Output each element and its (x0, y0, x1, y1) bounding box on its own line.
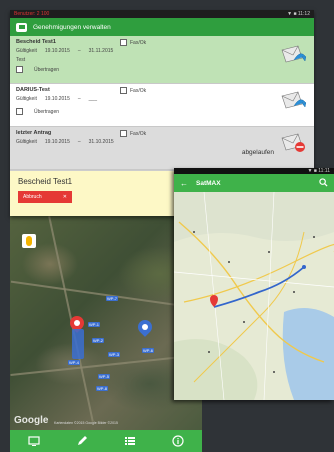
close-icon: ✕ (62, 194, 67, 200)
map-road (10, 353, 202, 377)
valid-to: 31.11.2015 (88, 48, 114, 54)
transfer-checkbox[interactable] (16, 66, 23, 73)
envelope-blocked-icon (281, 133, 305, 152)
fax-ok-label: Fax/Ok (130, 87, 147, 94)
transfer-checkbox[interactable] (16, 108, 23, 115)
road-map[interactable] (174, 192, 334, 400)
transfer-label: Übertragen (34, 108, 60, 115)
fax-ok-option: Fax/Ok (120, 87, 146, 94)
nav-info-button[interactable] (170, 434, 186, 448)
page-title: SatMAX (196, 179, 221, 187)
validity-label: Gültigkeit (16, 48, 37, 54)
status-bar-left: Benutzer: 2 100 (14, 11, 50, 17)
info-icon (172, 435, 184, 447)
list-icon (125, 437, 135, 445)
cancel-button[interactable]: Abbruch ✕ (18, 191, 72, 203)
status-bar: Benutzer: 2 100 ▼ ■ 11:12 (10, 10, 314, 18)
street-view-pegman-icon[interactable] (22, 234, 36, 248)
status-bar-right: ▼ ■ 11:12 (287, 11, 310, 17)
validity-label: Gültigkeit (16, 139, 37, 145)
search-icon[interactable] (319, 177, 328, 189)
valid-to: ___ (88, 96, 97, 102)
google-logo: Google (14, 415, 49, 426)
nav-map-button[interactable] (26, 434, 42, 448)
route-end-marker (302, 265, 306, 269)
nav-list-button[interactable] (122, 434, 138, 448)
permit-note: Test (16, 57, 26, 63)
permit-validity: Gültigkeit 19.10.2015 – ___ (16, 96, 97, 102)
waypoint-label: WP-2 (92, 338, 104, 343)
nav-edit-button[interactable] (74, 434, 90, 448)
fax-ok-label: Fax/Ok (130, 39, 147, 46)
satmax-map-screen: ▼ ■ 11:11 ← SatMAX (174, 168, 334, 400)
app-logo-icon (16, 22, 27, 32)
waypoint-label: WP-1 (88, 322, 100, 327)
valid-from: 19.10.2015 (44, 96, 70, 102)
fax-ok-checkbox[interactable] (120, 130, 127, 137)
pencil-icon (78, 436, 87, 445)
fax-ok-checkbox[interactable] (120, 87, 127, 94)
permit-title: Bescheid Test1 (16, 39, 56, 45)
arrow-left-icon[interactable]: ← (180, 179, 188, 188)
fax-ok-checkbox[interactable] (120, 39, 127, 46)
permit-card[interactable]: letzter Antrag Gültigkeit 19.10.2015 – 3… (10, 127, 314, 170)
waypoint-label: WP-8 (96, 386, 108, 391)
permit-validity: Gültigkeit 19.10.2015 – 31.11.2015 (16, 48, 114, 54)
selected-area-marker (72, 329, 84, 359)
valid-to: 31.10.2015 (88, 139, 114, 145)
envelope-send-icon[interactable] (280, 90, 306, 112)
map-road (10, 280, 202, 310)
road-map-canvas (174, 192, 334, 400)
transfer-label: Übertragen (34, 66, 60, 73)
valid-from: 19.10.2015 (44, 139, 70, 145)
status-bar-right: ▼ ■ 11:11 (307, 168, 330, 174)
permit-validity: Gültigkeit 19.10.2015 – 31.10.2015 (16, 139, 114, 145)
validity-label: Gültigkeit (16, 96, 37, 102)
valid-from: 19.10.2015 (44, 48, 70, 54)
fax-ok-option: Fax/Ok (120, 130, 146, 137)
bottom-navigation (10, 430, 202, 452)
permit-card[interactable]: DARIUS-Test Gültigkeit 19.10.2015 – ___ … (10, 84, 314, 127)
permit-title: letzter Antrag (16, 130, 52, 136)
expired-label: abgelaufen (241, 149, 274, 156)
permit-card[interactable]: Bescheid Test1 Gültigkeit 19.10.2015 – 3… (10, 36, 314, 84)
screen-icon (28, 436, 40, 446)
waypoint-label: WP-6 (142, 348, 154, 353)
waypoint-label: WP-5 (98, 374, 110, 379)
app-header: ← SatMAX (174, 174, 334, 192)
map-attribution: Kartendaten ©2015 Google Bilder ©2015 (54, 421, 118, 425)
fax-ok-option: Fax/Ok (120, 39, 146, 46)
app-header: Genehmigungen verwalten (10, 18, 314, 36)
waypoint-label: WP-4 (68, 360, 80, 365)
page-title: Genehmigungen verwalten (33, 23, 111, 31)
cancel-label: Abbruch (23, 194, 42, 200)
permit-title: DARIUS-Test (16, 87, 50, 93)
envelope-send-icon[interactable] (280, 44, 306, 66)
fax-ok-label: Fax/Ok (130, 130, 147, 137)
waypoint-label: WP-3 (108, 352, 120, 357)
waypoint-label: WP-7 (106, 296, 118, 301)
waypoint-pin-icon[interactable] (135, 317, 155, 337)
